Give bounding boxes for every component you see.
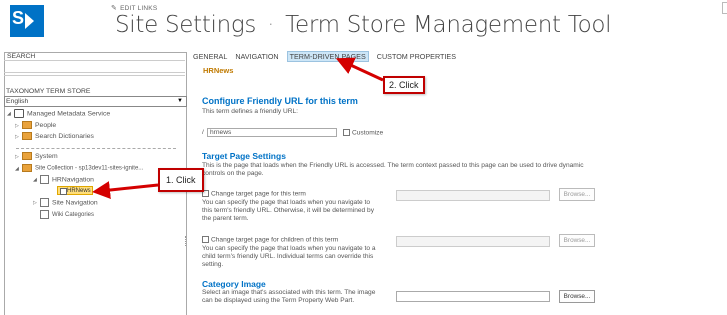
callout-step-2: 2. Click xyxy=(383,76,425,94)
arrow-to-hrnews xyxy=(92,181,159,200)
annotation-arrows xyxy=(92,57,384,200)
callout-step-1: 1. Click xyxy=(158,168,204,192)
arrow-to-term-driven-tab xyxy=(335,57,384,82)
